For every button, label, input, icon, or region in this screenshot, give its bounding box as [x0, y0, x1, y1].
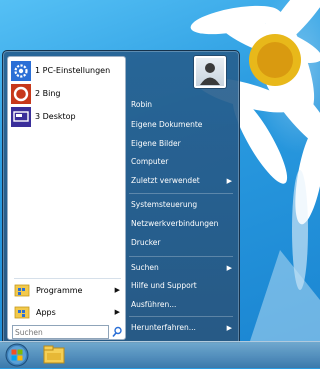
menu-item-pictures[interactable]: Eigene Bilder	[127, 136, 237, 152]
submenu-arrow-icon: ▶	[226, 264, 232, 272]
apps-menu-item[interactable]: Apps ▶	[11, 303, 123, 321]
separator	[14, 278, 121, 279]
pinned-item-label: 2 Bing	[35, 89, 61, 98]
start-button[interactable]	[5, 343, 29, 367]
pinned-item-pc-settings[interactable]: 1 PC-Einstellungen	[11, 60, 123, 81]
user-avatar[interactable]	[194, 56, 226, 88]
menu-item-network[interactable]: Netzwerkverbindungen	[127, 216, 237, 232]
pinned-item-desktop[interactable]: 3 Desktop	[11, 106, 123, 127]
menu-item-search[interactable]: Suchen ▶	[127, 260, 237, 276]
menu-item-printers[interactable]: Drucker	[127, 235, 237, 251]
menu-item-shutdown-label: Herunterfahren...	[131, 323, 196, 332]
bing-icon	[11, 83, 31, 104]
apps-folder-icon	[14, 304, 30, 320]
submenu-arrow-icon: ▶	[226, 177, 232, 185]
file-explorer-icon[interactable]	[42, 344, 66, 366]
menu-item-shutdown[interactable]: Herunterfahren... ▶	[127, 320, 237, 336]
submenu-arrow-icon: ▶	[114, 308, 120, 316]
menu-item-recent[interactable]: Zuletzt verwendet ▶	[127, 173, 237, 189]
menu-item-control-panel[interactable]: Systemsteuerung	[127, 197, 237, 213]
menu-item-recent-label: Zuletzt verwendet	[131, 176, 200, 185]
menu-item-documents[interactable]: Eigene Dokumente	[127, 117, 237, 133]
search-icon[interactable]	[112, 326, 122, 338]
programs-folder-icon	[14, 282, 30, 298]
menu-item-run[interactable]: Ausführen...	[127, 297, 237, 313]
submenu-arrow-icon: ▶	[226, 324, 232, 332]
submenu-arrow-icon: ▶	[114, 286, 120, 294]
programs-menu-item[interactable]: Programme ▶	[11, 281, 123, 299]
pinned-item-label: 1 PC-Einstellungen	[35, 66, 111, 75]
menu-item-help[interactable]: Hilfe und Support	[127, 278, 237, 294]
programs-label: Programme	[36, 285, 83, 295]
start-menu-left-pane: 1 PC-Einstellungen 2 Bing 3 Desktop Prog…	[7, 56, 126, 340]
pinned-item-label: 3 Desktop	[35, 112, 76, 121]
desktop-icon	[11, 106, 31, 127]
separator	[129, 193, 233, 194]
apps-label: Apps	[36, 307, 56, 317]
menu-item-search-label: Suchen	[131, 263, 159, 272]
menu-item-computer[interactable]: Computer	[127, 154, 237, 170]
separator	[129, 256, 233, 257]
gear-icon	[11, 60, 31, 81]
search-input[interactable]	[12, 325, 109, 339]
menu-item-user[interactable]: Robin	[127, 97, 237, 113]
taskbar	[0, 341, 320, 368]
pinned-item-bing[interactable]: 2 Bing	[11, 83, 123, 104]
separator	[129, 316, 233, 317]
